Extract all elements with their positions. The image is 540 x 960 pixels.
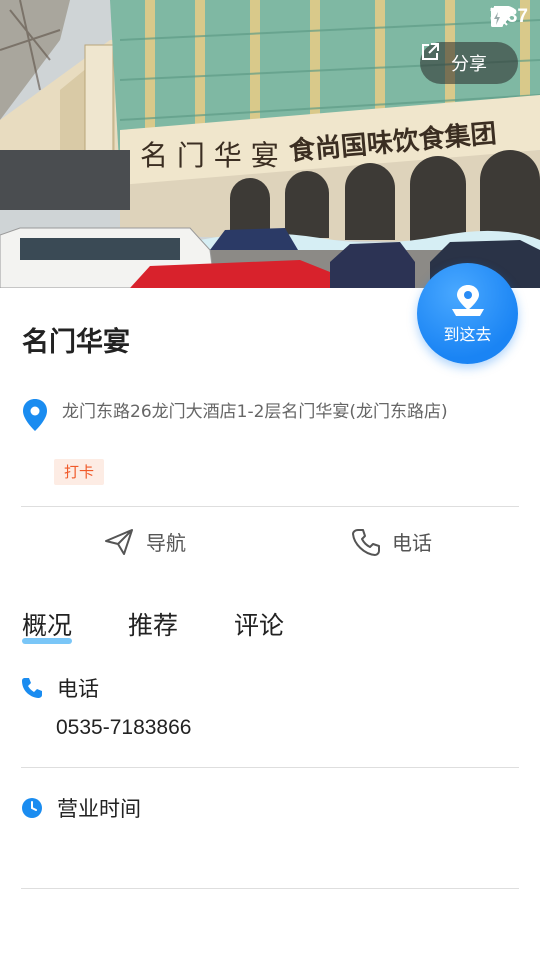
call-button[interactable]: 电话: [352, 527, 432, 556]
battery-charging-icon: [490, 6, 503, 27]
hours-section-heading: 营业时间: [21, 793, 141, 823]
location-marker-icon: [23, 399, 47, 431]
status-bar: 8:37: [0, 0, 540, 36]
phone-section-heading: 电话: [21, 673, 99, 703]
phone-outline-icon: [352, 528, 380, 556]
location-pin-icon: [451, 284, 484, 316]
hours-heading-label: 营业时间: [57, 797, 141, 821]
clock-icon: [22, 798, 42, 818]
place-title: 名门华宴: [22, 327, 130, 358]
go-here-label: 到这去: [443, 324, 492, 344]
divider: [21, 506, 519, 507]
navigate-label: 导航: [146, 531, 186, 555]
sign-left-text: 名 门 华 宴: [140, 139, 279, 172]
call-label: 电话: [392, 531, 432, 555]
share-button[interactable]: 分享: [420, 42, 518, 84]
tab-reviews[interactable]: 评论: [234, 606, 284, 642]
tab-recommend[interactable]: 推荐: [128, 606, 178, 642]
detail-tabs: 概况 推荐 评论: [22, 606, 284, 644]
navigate-button[interactable]: 导航: [104, 527, 186, 556]
phone-number[interactable]: 0535-7183866: [56, 716, 191, 740]
share-label: 分享: [451, 54, 487, 75]
divider: [21, 767, 519, 768]
phone-heading-label: 电话: [57, 677, 99, 701]
paper-plane-icon: [105, 528, 133, 555]
address-row[interactable]: 龙门东路26龙门大酒店1-2层名门华宴(龙门东路店): [22, 398, 522, 432]
tab-overview[interactable]: 概况: [22, 606, 73, 644]
place-photo[interactable]: 名 门 华 宴 食尚国味饮食集团 8:37 分享: [0, 0, 540, 288]
divider: [21, 888, 519, 889]
address-text: 龙门东路26龙门大酒店1-2层名门华宴(龙门东路店): [62, 402, 448, 422]
go-here-button[interactable]: 到这去: [417, 263, 518, 364]
checkin-tag: 打卡: [54, 459, 105, 485]
phone-icon: [22, 678, 42, 698]
share-icon: [422, 43, 439, 60]
